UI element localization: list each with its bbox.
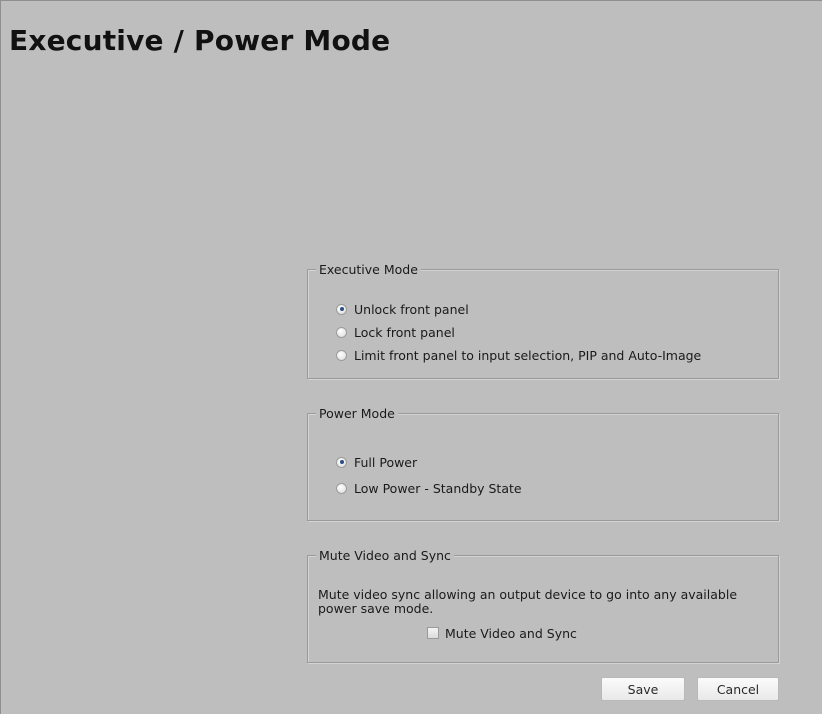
radio-button-icon[interactable] bbox=[336, 482, 347, 494]
radio-full-power[interactable]: Full Power bbox=[336, 453, 417, 471]
mute-video-sync-checkbox[interactable] bbox=[427, 627, 439, 639]
radio-button-icon[interactable] bbox=[336, 456, 347, 468]
mute-video-sync-checkbox-label: Mute Video and Sync bbox=[445, 625, 577, 641]
executive-mode-group: Executive Mode Unlock front panel Lock f… bbox=[307, 261, 779, 379]
radio-button-icon[interactable] bbox=[336, 326, 347, 338]
mute-video-sync-description: Mute video sync allowing an output devic… bbox=[318, 587, 738, 616]
power-mode-group: Power Mode Full Power Low Power - Standb… bbox=[307, 405, 779, 521]
radio-low-power-standby[interactable]: Low Power - Standby State bbox=[336, 479, 522, 497]
save-button[interactable]: Save bbox=[601, 677, 685, 701]
radio-label: Low Power - Standby State bbox=[354, 480, 522, 496]
page-title: Executive / Power Mode bbox=[9, 24, 391, 57]
radio-label: Lock front panel bbox=[354, 324, 455, 340]
mute-video-sync-checkbox-row[interactable]: Mute Video and Sync bbox=[427, 624, 577, 642]
power-mode-legend: Power Mode bbox=[316, 405, 398, 422]
radio-unlock-front-panel[interactable]: Unlock front panel bbox=[336, 300, 469, 318]
radio-lock-front-panel[interactable]: Lock front panel bbox=[336, 323, 455, 341]
radio-label: Unlock front panel bbox=[354, 301, 469, 317]
radio-label: Limit front panel to input selection, PI… bbox=[354, 347, 702, 363]
executive-mode-legend: Executive Mode bbox=[316, 261, 421, 278]
radio-button-icon[interactable] bbox=[336, 303, 347, 315]
mute-video-sync-legend: Mute Video and Sync bbox=[316, 547, 454, 564]
radio-label: Full Power bbox=[354, 454, 418, 470]
cancel-button[interactable]: Cancel bbox=[697, 677, 779, 701]
radio-limit-front-panel[interactable]: Limit front panel to input selection, PI… bbox=[336, 346, 701, 364]
radio-button-icon[interactable] bbox=[336, 349, 347, 361]
mute-video-sync-group: Mute Video and Sync Mute video sync allo… bbox=[307, 547, 779, 663]
